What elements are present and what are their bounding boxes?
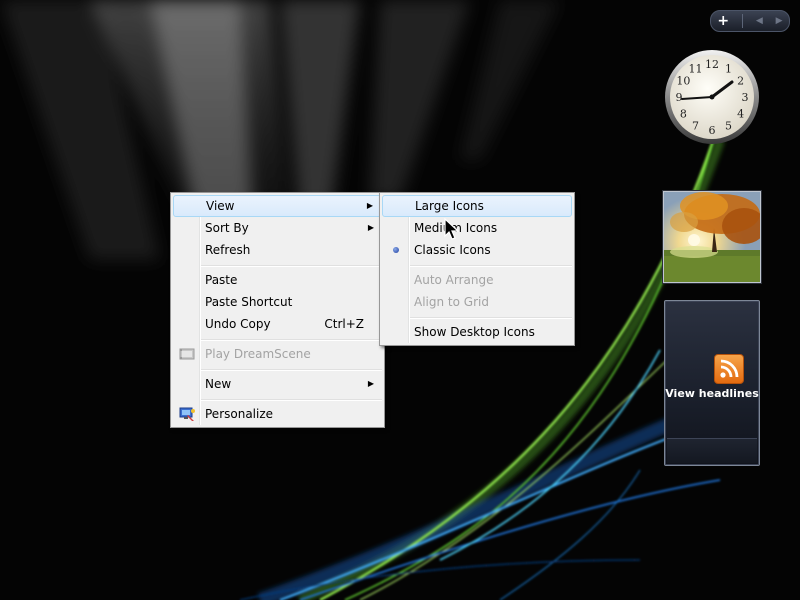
clock-numeral: 11 [689,62,703,75]
menu-item-play-dreamscene-label: Play DreamScene [205,347,311,361]
menu-item-personalize[interactable]: Personalize [173,403,382,425]
submenu-item-align-to-grid[interactable]: Align to Grid [382,291,572,313]
submenu-arrow-icon: ▶ [367,379,374,388]
clock-numeral: 12 [705,58,719,71]
clock-numeral: 8 [680,108,687,121]
sidebar-controls-divider [742,14,743,28]
menu-item-paste-shortcut-label: Paste Shortcut [205,295,293,309]
submenu-item-show-desktop-icons-label: Show Desktop Icons [414,325,535,339]
submenu-item-show-desktop-icons[interactable]: Show Desktop Icons [382,321,572,343]
menu-item-personalize-label: Personalize [205,407,274,421]
mouse-cursor-icon [444,218,460,240]
chevron-right-icon[interactable]: ▶ [776,16,783,26]
clock-numeral: 1 [725,62,732,75]
rss-icon [714,354,744,384]
menu-separator [410,265,572,267]
dreamscene-icon [179,348,195,360]
menu-separator [201,399,382,401]
menu-item-play-dreamscene[interactable]: Play DreamScene [173,343,382,365]
menu-item-sort-by-label: Sort By [205,221,249,235]
clock-gadget[interactable]: 12 12 3 45678 9 1011 [664,49,760,145]
clock-numeral: 10 [676,75,690,88]
menu-item-sort-by[interactable]: Sort By ▶ [173,217,382,239]
personalize-icon [179,407,195,421]
menu-separator [410,317,572,319]
menu-item-refresh[interactable]: Refresh [173,239,382,261]
menu-separator [201,265,382,267]
clock-numeral: 5 [725,120,732,133]
menu-separator [201,339,382,341]
menu-item-new-label: New [205,377,232,391]
clock-numeral: 7 [692,120,699,133]
clock-center [709,94,715,100]
submenu-item-large-icons-label: Large Icons [415,199,484,213]
clock-numeral: 9 [676,91,683,104]
desktop-context-menu: View ▶ Sort By ▶ Refresh Paste Paste Sho… [170,192,385,428]
sidebar-controls: + ◀ ▶ [710,10,790,32]
menu-separator [201,369,382,371]
submenu-item-auto-arrange-label: Auto Arrange [414,273,494,287]
clock-numeral: 3 [742,91,749,104]
view-headlines-link[interactable]: View headlines [665,387,759,400]
submenu-arrow-icon: ▶ [366,201,373,210]
menu-item-paste-shortcut[interactable]: Paste Shortcut [173,291,382,313]
clock-numeral: 6 [709,124,716,137]
clock-numeral: 2 [737,75,744,88]
submenu-item-medium-icons[interactable]: Medium Icons [382,217,572,239]
menu-item-view[interactable]: View ▶ [173,195,382,217]
menu-item-paste-label: Paste [205,273,238,287]
selected-radio-icon [393,247,399,253]
menu-item-view-label: View [206,199,235,213]
submenu-item-classic-icons[interactable]: Classic Icons [382,239,572,261]
slideshow-photo [664,192,760,282]
menu-item-undo-copy-label: Undo Copy [205,317,271,331]
menu-item-new[interactable]: New ▶ [173,373,382,395]
menu-item-undo-copy[interactable]: Undo Copy Ctrl+Z [173,313,382,335]
menu-item-undo-copy-shortcut: Ctrl+Z [324,317,364,331]
view-submenu: Large Icons Medium Icons Classic Icons A… [379,192,575,346]
chevron-left-icon[interactable]: ◀ [756,16,763,26]
submenu-item-align-to-grid-label: Align to Grid [414,295,489,309]
feed-headlines-gadget[interactable]: View headlines [664,300,760,466]
submenu-item-classic-icons-label: Classic Icons [414,243,491,257]
feed-gadget-footer [667,438,757,463]
submenu-item-auto-arrange[interactable]: Auto Arrange [382,269,572,291]
slideshow-gadget[interactable] [663,191,761,283]
menu-item-paste[interactable]: Paste [173,269,382,291]
menu-item-refresh-label: Refresh [205,243,251,257]
clock-numeral: 4 [737,108,744,121]
submenu-arrow-icon: ▶ [367,223,374,232]
submenu-item-large-icons[interactable]: Large Icons [382,195,572,217]
add-gadget-button[interactable]: + [717,14,729,28]
